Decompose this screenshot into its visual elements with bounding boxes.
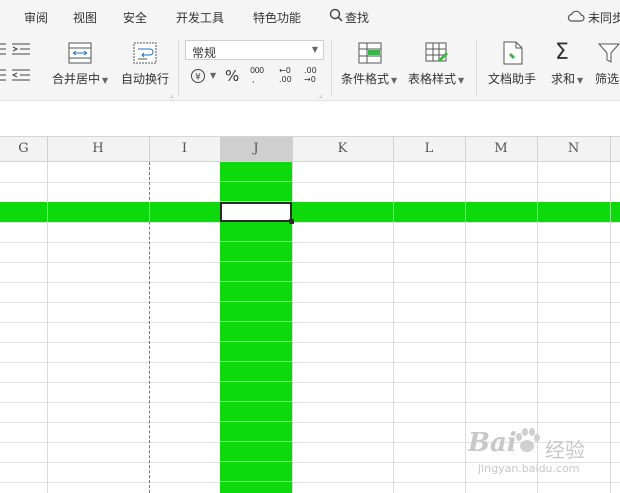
column-header-i[interactable]: I bbox=[149, 137, 220, 161]
header-divider bbox=[610, 137, 611, 161]
header-divider bbox=[149, 137, 150, 161]
cloud-sync-icon[interactable] bbox=[567, 9, 585, 26]
svg-text:¥: ¥ bbox=[195, 73, 201, 83]
row-gridline bbox=[0, 222, 620, 223]
column-header-k[interactable]: K bbox=[292, 137, 393, 161]
row-highlight-gridline bbox=[149, 202, 150, 222]
menu-review[interactable]: 审阅 bbox=[24, 9, 48, 26]
header-divider bbox=[47, 137, 48, 161]
menu-view[interactable]: 视图 bbox=[73, 9, 97, 26]
column-header-l[interactable]: L bbox=[393, 137, 465, 161]
column-header-h[interactable]: H bbox=[47, 137, 149, 161]
column-header-g[interactable]: G bbox=[0, 137, 47, 161]
row-gridline bbox=[0, 262, 620, 263]
sum-icon[interactable]: Σ bbox=[555, 40, 569, 65]
table-style-button[interactable]: 表格样式 ▼ bbox=[408, 70, 464, 87]
increase-indent-icon[interactable] bbox=[0, 42, 32, 59]
row-gridline bbox=[0, 302, 620, 303]
decrease-indent-icon[interactable] bbox=[0, 68, 32, 85]
menu-security[interactable]: 安全 bbox=[123, 9, 147, 26]
number-format-select[interactable]: 常规 ▼ bbox=[185, 40, 324, 60]
currency-dropdown-icon[interactable]: ▼ bbox=[210, 71, 216, 80]
formula-bar-area bbox=[0, 100, 620, 137]
currency-icon[interactable]: ¥ bbox=[190, 68, 206, 87]
row-highlight-gridline bbox=[610, 202, 611, 222]
row-gridline bbox=[0, 342, 620, 343]
menu-special-features[interactable]: 特色功能 bbox=[253, 9, 301, 26]
header-divider bbox=[220, 137, 221, 161]
active-cell-j[interactable] bbox=[220, 202, 292, 222]
ribbon-separator bbox=[476, 40, 477, 96]
menu-bar: 审阅 视图 安全 开发工具 特色功能 查找 未同步 bbox=[0, 0, 620, 34]
alignment-dialog-launcher-icon[interactable]: ⌟ bbox=[170, 91, 173, 99]
row-highlight-gridline bbox=[47, 202, 48, 222]
number-dialog-launcher-icon[interactable]: ⌟ bbox=[319, 91, 322, 99]
filter-button[interactable]: 筛选 bbox=[595, 70, 619, 87]
filter-icon[interactable] bbox=[597, 42, 620, 67]
search-label[interactable]: 查找 bbox=[345, 9, 369, 26]
sync-status-label[interactable]: 未同步 bbox=[588, 9, 620, 26]
ribbon-separator bbox=[178, 40, 179, 96]
column-header-n[interactable]: N bbox=[537, 137, 610, 161]
ribbon-toolbar: 合并居中 ▼ 自动换行 ⌟ 常规 ▼ ¥ ▼ % 000 , ←0.00 .00 →… bbox=[0, 34, 620, 100]
watermark-brand: Bai bbox=[468, 428, 517, 458]
row-gridline bbox=[0, 182, 620, 183]
row-gridline bbox=[0, 322, 620, 323]
row-gridline bbox=[0, 422, 620, 423]
row-gridline bbox=[0, 242, 620, 243]
row-gridline bbox=[0, 362, 620, 363]
decrease-decimal-button[interactable]: .00 →0 bbox=[304, 66, 317, 84]
header-divider bbox=[465, 137, 466, 161]
menu-developer-tools[interactable]: 开发工具 bbox=[176, 9, 224, 26]
increase-decimal-button[interactable]: ←0.00 bbox=[279, 66, 292, 84]
column-header-m[interactable]: M bbox=[465, 137, 537, 161]
row-gridline bbox=[0, 482, 620, 483]
conditional-format-icon[interactable] bbox=[358, 42, 382, 67]
row-highlight-gridline bbox=[393, 202, 394, 222]
search-icon[interactable] bbox=[329, 8, 343, 25]
watermark-url: jingyan.baidu.com bbox=[478, 462, 580, 475]
number-format-value: 常规 bbox=[192, 46, 217, 60]
document-assistant-icon[interactable] bbox=[502, 41, 524, 68]
conditional-format-button[interactable]: 条件格式 ▼ bbox=[341, 70, 397, 87]
table-style-icon[interactable] bbox=[425, 42, 449, 67]
column-header-row: G H I J K L M N bbox=[0, 136, 620, 162]
header-divider bbox=[537, 137, 538, 161]
header-divider bbox=[292, 137, 293, 161]
sum-button[interactable]: 求和 ▼ bbox=[551, 70, 583, 87]
merge-center-button[interactable]: 合并居中 ▼ bbox=[52, 70, 108, 87]
document-assistant-button[interactable]: 文档助手 bbox=[488, 70, 536, 87]
thousands-separator-button[interactable]: 000 , bbox=[250, 66, 264, 84]
row-highlight bbox=[0, 202, 620, 222]
watermark-brand-suffix: 经验 bbox=[545, 438, 585, 462]
row-gridline bbox=[0, 282, 620, 283]
row-gridline bbox=[0, 402, 620, 403]
column-header-j[interactable]: J bbox=[220, 137, 292, 161]
merge-center-icon[interactable] bbox=[68, 42, 92, 67]
fill-handle[interactable] bbox=[289, 219, 294, 224]
percent-button[interactable]: % bbox=[225, 67, 239, 85]
row-highlight-gridline bbox=[537, 202, 538, 222]
ribbon-separator bbox=[331, 40, 332, 96]
paw-logo-icon bbox=[512, 426, 542, 459]
auto-wrap-button[interactable]: 自动换行 bbox=[121, 70, 169, 87]
chevron-down-icon: ▼ bbox=[311, 45, 318, 54]
row-highlight-gridline bbox=[465, 202, 466, 222]
header-divider bbox=[393, 137, 394, 161]
row-gridline bbox=[0, 382, 620, 383]
auto-wrap-icon[interactable] bbox=[133, 42, 157, 67]
